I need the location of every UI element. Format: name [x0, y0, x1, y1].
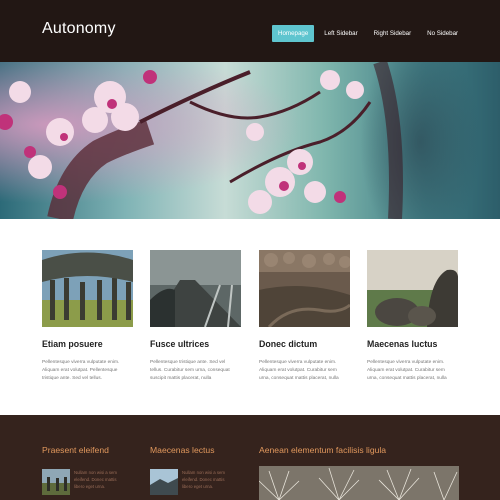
footer-thumbnail-image[interactable] — [42, 469, 70, 495]
feature-title[interactable]: Maecenas luctus — [367, 339, 458, 350]
footer-column-title: Praesent eleifend — [42, 445, 109, 455]
footer-text-line: eleifend. Donec mattis — [182, 477, 225, 482]
feature-card: Fusce ultrices Pellentesque tristique an… — [150, 250, 241, 383]
feature-text-line: Aliquam erat volutpat. Pellentesque — [42, 368, 118, 373]
feature-title[interactable]: Fusce ultrices — [150, 339, 241, 350]
footer-text-line: eleifend. Donec mattis — [74, 477, 117, 482]
feature-text: Pellentesque viverra vulputate enim. Ali… — [259, 359, 350, 383]
feature-image-trees[interactable] — [42, 250, 133, 327]
feature-text-line: urna, consequat mattis placerat, nulla — [367, 376, 447, 381]
feature-text: Pellentesque viverra vulputate enim. Ali… — [367, 359, 458, 383]
features-section: Etiam posuere Pellentesque viverra vulpu… — [0, 219, 500, 415]
main-nav: Homepage Left Sidebar Right Sidebar No S… — [272, 25, 468, 42]
feature-title[interactable]: Etiam posuere — [42, 339, 133, 350]
feature-text-line: urna, consequat mattis placerat, nulla — [259, 376, 339, 381]
nav-homepage[interactable]: Homepage — [272, 25, 315, 42]
feature-image-rocks[interactable] — [367, 250, 458, 327]
nav-no-sidebar[interactable]: No Sidebar — [421, 25, 464, 42]
feature-image-railway[interactable] — [150, 250, 241, 327]
footer-column-title: Maecenas lectus — [150, 445, 215, 455]
feature-text-line: Pellentesque viverra vulputate enim. — [259, 360, 337, 365]
footer-text: Nullam non wisi a sem eleifend. Donec ma… — [182, 469, 242, 490]
footer-text: Nullam non wisi a sem eleifend. Donec ma… — [74, 469, 134, 490]
footer-text-line: Nullam non wisi a sem — [74, 470, 117, 475]
feature-image-logs[interactable] — [259, 250, 350, 327]
feature-text-line: tristique ante. Sed vel tellus. — [42, 376, 102, 381]
feature-text-line: suscipit mattis placerat, nulla — [150, 376, 212, 381]
feature-text: Pellentesque viverra vulputate enim. Ali… — [42, 359, 133, 383]
feature-card: Maecenas luctus Pellentesque viverra vul… — [367, 250, 458, 383]
nav-right-sidebar[interactable]: Right Sidebar — [368, 25, 418, 42]
site-footer: Praesent eleifend Maecenas lectus Aenean… — [0, 415, 500, 500]
footer-text-line: libero eget urna. — [182, 484, 214, 489]
feature-text-line: Aliquam erat volutpat. Curabitur sem — [259, 368, 337, 373]
site-logo[interactable]: Autonomy — [42, 20, 116, 38]
site-header: Autonomy Homepage Left Sidebar Right Sid… — [0, 0, 500, 62]
cherry-blossom-illustration — [0, 62, 500, 219]
feature-card: Etiam posuere Pellentesque viverra vulpu… — [42, 250, 133, 383]
hero-banner-image — [0, 62, 500, 219]
feature-text-line: tellus. Curabitur sem urna, consequat — [150, 368, 230, 373]
feature-text-line: Pellentesque tristique ante. Sed vel — [150, 360, 226, 365]
feature-text-line: Pellentesque viverra vulputate enim. — [367, 360, 445, 365]
footer-thumbnail-image[interactable] — [150, 469, 178, 495]
feature-title[interactable]: Donec dictum — [259, 339, 350, 350]
feature-text-line: Aliquam erat volutpat. Curabitur sem — [367, 368, 445, 373]
footer-text-line: libero eget urna. — [74, 484, 106, 489]
feature-text: Pellentesque tristique ante. Sed vel tel… — [150, 359, 241, 383]
nav-left-sidebar[interactable]: Left Sidebar — [318, 25, 363, 42]
feature-text-line: Pellentesque viverra vulputate enim. — [42, 360, 120, 365]
footer-column-title: Aenean elementum facilisis ligula — [259, 445, 387, 455]
footer-text-line: Nullam non wisi a sem — [182, 470, 225, 475]
footer-feature-image-cactus[interactable] — [259, 466, 459, 500]
feature-card: Donec dictum Pellentesque viverra vulput… — [259, 250, 350, 383]
